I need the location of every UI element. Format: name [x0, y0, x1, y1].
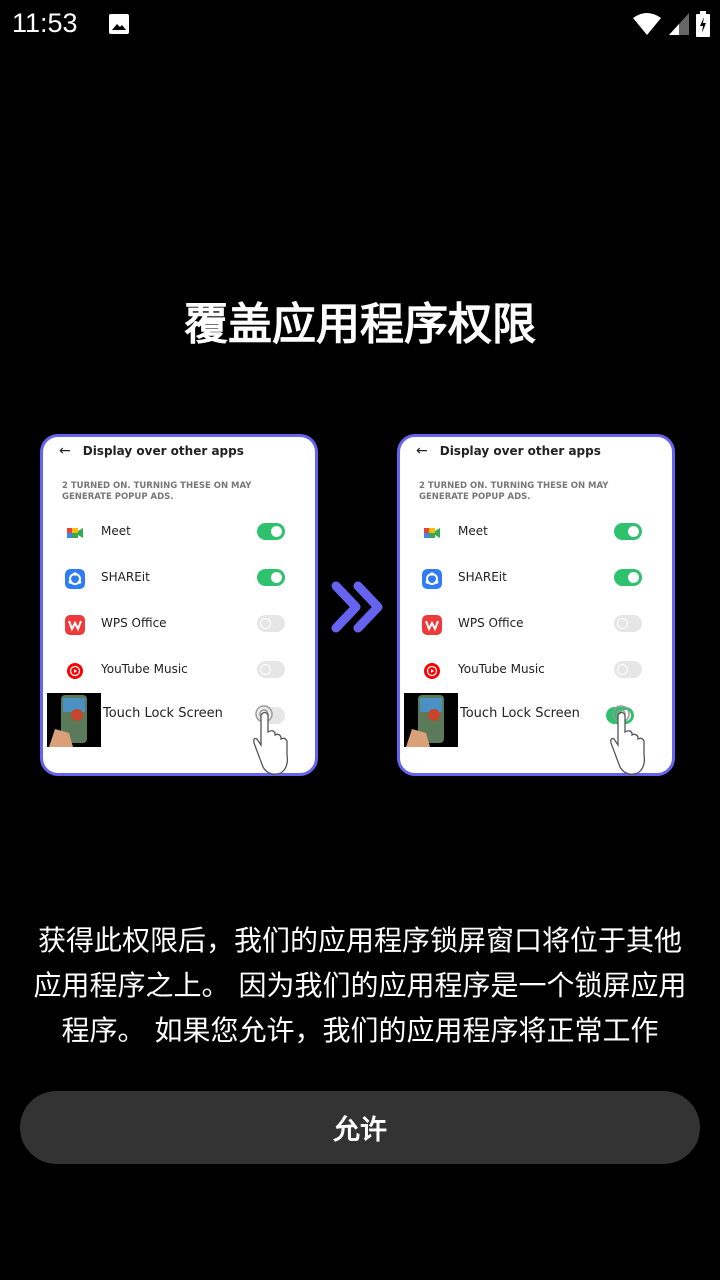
touch-lock-screen-thumbnail	[404, 693, 458, 747]
back-arrow-icon: ←	[416, 443, 428, 459]
illustration-before-card: ← Display over other apps 2 TURNED ON. T…	[40, 434, 318, 776]
wifi-icon	[633, 13, 661, 35]
image-notification-icon	[109, 14, 129, 34]
app-name: YouTube Music	[458, 662, 545, 676]
toggle-on	[257, 569, 285, 586]
app-name: Touch Lock Screen	[103, 706, 223, 721]
app-name: WPS Office	[458, 616, 524, 630]
list-item: YouTube Music	[43, 653, 315, 687]
list-item: Touch Lock Screen	[43, 693, 315, 775]
list-item: YouTube Music	[400, 653, 672, 687]
cellular-signal-icon	[669, 13, 689, 35]
youtube-music-icon	[424, 663, 440, 679]
app-name: Meet	[458, 524, 488, 538]
toggle-on	[614, 523, 642, 540]
illustration-after-card: ← Display over other apps 2 TURNED ON. T…	[397, 434, 675, 776]
meet-icon	[424, 528, 440, 538]
toggle-off	[614, 661, 642, 678]
list-item: WPS Office	[400, 607, 672, 641]
youtube-music-icon	[67, 663, 83, 679]
page-title: 覆盖应用程序权限	[184, 299, 536, 350]
app-name: Meet	[101, 524, 131, 538]
list-item: Meet	[43, 515, 315, 549]
card-header-title: Display over other apps	[439, 444, 601, 458]
tap-hand-icon	[253, 705, 289, 775]
toggle-on	[257, 523, 285, 540]
list-item: Touch Lock Screen	[400, 693, 672, 775]
card-note: 2 TURNED ON. TURNING THESE ON MAY GENERA…	[62, 481, 252, 502]
list-item: SHAREit	[400, 561, 672, 595]
card-header: ← Display over other apps	[59, 443, 244, 459]
permission-description: 获得此权限后，我们的应用程序锁屏窗口将位于其他应用程序之上。 因为我们的应用程序…	[33, 924, 687, 1047]
wps-office-icon	[422, 615, 442, 635]
shareit-icon	[65, 569, 85, 589]
toggle-off	[614, 615, 642, 632]
tap-hand-icon	[610, 705, 646, 775]
card-header: ← Display over other apps	[416, 443, 601, 459]
wps-office-icon	[65, 615, 85, 635]
status-bar: 11:53	[0, 0, 720, 48]
card-header-title: Display over other apps	[82, 444, 244, 458]
card-note: 2 TURNED ON. TURNING THESE ON MAY GENERA…	[419, 481, 609, 502]
system-icons	[632, 10, 710, 38]
app-name: SHAREit	[101, 570, 150, 584]
app-name: WPS Office	[101, 616, 167, 630]
toggle-off	[257, 615, 285, 632]
double-chevron-right-icon	[331, 581, 383, 633]
app-name: YouTube Music	[101, 662, 188, 676]
toggle-off	[257, 661, 285, 678]
toggle-on	[614, 569, 642, 586]
shareit-icon	[422, 569, 442, 589]
app-name: Touch Lock Screen	[460, 706, 580, 721]
list-item: SHAREit	[43, 561, 315, 595]
app-name: SHAREit	[458, 570, 507, 584]
battery-charging-icon	[696, 11, 710, 37]
list-item: Meet	[400, 515, 672, 549]
back-arrow-icon: ←	[59, 443, 71, 459]
allow-button[interactable]: 允许	[20, 1091, 700, 1164]
meet-icon	[67, 528, 83, 538]
list-item: WPS Office	[43, 607, 315, 641]
touch-lock-screen-thumbnail	[47, 693, 101, 747]
status-time: 11:53	[12, 8, 78, 38]
